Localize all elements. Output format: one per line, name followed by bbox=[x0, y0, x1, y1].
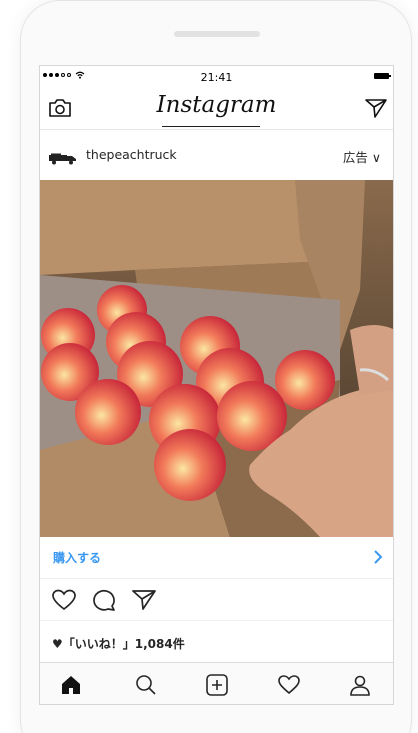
battery-icon bbox=[374, 73, 391, 79]
chevron-right-icon[interactable] bbox=[373, 549, 383, 568]
add-post-icon[interactable] bbox=[206, 674, 228, 700]
comment-icon[interactable] bbox=[92, 589, 116, 615]
post-actions bbox=[40, 579, 393, 621]
shop-now-bar[interactable]: 購入する bbox=[40, 537, 393, 579]
direct-message-icon[interactable] bbox=[365, 98, 387, 122]
app-screen: 21:41 Instagram thepeachtruck 広告 ∨ 購入する … bbox=[39, 65, 394, 705]
ad-label[interactable]: 広告 ∨ bbox=[343, 147, 381, 166]
activity-heart-icon[interactable] bbox=[278, 674, 300, 700]
app-header: Instagram bbox=[40, 88, 393, 130]
bottom-tab-bar bbox=[40, 662, 393, 704]
instagram-logo: Instagram bbox=[156, 92, 277, 118]
profile-icon[interactable] bbox=[349, 674, 371, 700]
phone-speaker bbox=[174, 31, 260, 37]
buy-now-link[interactable]: 購入する bbox=[53, 549, 101, 566]
home-icon[interactable] bbox=[60, 674, 82, 700]
share-icon[interactable] bbox=[132, 589, 156, 615]
post-username[interactable]: thepeachtruck bbox=[86, 147, 177, 162]
likes-count[interactable]: ♥「いいね！」1,084件 bbox=[52, 635, 185, 652]
heart-icon[interactable] bbox=[52, 589, 76, 615]
search-icon[interactable] bbox=[135, 674, 157, 700]
status-time: 21:41 bbox=[200, 71, 233, 84]
post-photo[interactable] bbox=[40, 180, 393, 537]
truck-avatar-icon[interactable] bbox=[49, 150, 77, 169]
logo-underline bbox=[162, 126, 260, 127]
phone-frame: 21:41 Instagram thepeachtruck 広告 ∨ 購入する … bbox=[20, 0, 412, 733]
status-bar: 21:41 bbox=[40, 66, 393, 88]
post-header: thepeachtruck 広告 ∨ bbox=[40, 130, 393, 180]
